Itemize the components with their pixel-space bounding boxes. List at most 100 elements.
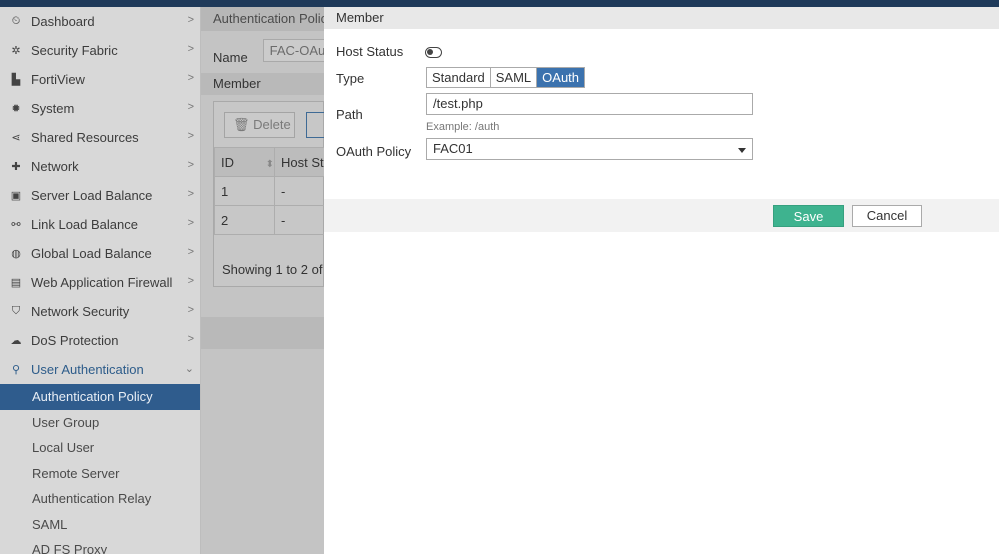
type-row: Type — [336, 71, 364, 86]
sidebar-item-security-fabric[interactable]: ✲ Security Fabric > — [0, 36, 200, 65]
type-option-oauth[interactable]: OAuth — [537, 68, 585, 87]
link-icon: ⚯ — [11, 219, 21, 231]
sidebar-item-label: User Authentication — [31, 362, 144, 377]
sidebar-subitem-local-user[interactable]: Local User — [0, 435, 200, 461]
table-cell: - — [274, 176, 324, 206]
trash-icon: 🗑 — [233, 117, 250, 132]
dialog-title: Member — [324, 7, 999, 29]
fortiview-icon: ▙ — [11, 74, 21, 86]
chevron-right-icon: > — [187, 246, 194, 258]
type-option-standard[interactable]: Standard — [427, 68, 491, 87]
footer-band — [201, 317, 324, 349]
oauth-policy-value: FAC01 — [433, 141, 473, 156]
chevron-right-icon: > — [187, 14, 194, 26]
network-icon: ✚ — [11, 161, 21, 173]
sidebar-item-system[interactable]: ✹ System > — [0, 94, 200, 123]
user-icon: ⚲ — [11, 364, 21, 376]
member-panel: 🗑 Delete ID ⬍ Host Status 1 - 2 - — [213, 101, 324, 287]
member-table: ID ⬍ Host Status 1 - 2 - — [213, 147, 324, 235]
name-row: Name FAC-OAuth — [213, 39, 324, 65]
name-label: Name — [213, 50, 248, 65]
chevron-right-icon: > — [187, 333, 194, 345]
path-label: Path — [336, 107, 363, 122]
waf-icon: ▤ — [10, 277, 22, 289]
toggle-knob — [427, 49, 433, 55]
chevron-right-icon: > — [187, 159, 194, 171]
sidebar-item-label: Network Security — [31, 304, 130, 319]
table-cell: 2 — [213, 205, 276, 235]
gear-icon: ✹ — [11, 103, 21, 115]
column-header-id[interactable]: ID ⬍ — [213, 147, 276, 177]
breadcrumb: Authentication Policy — [201, 7, 324, 31]
chevron-right-icon: > — [187, 101, 194, 113]
table-row[interactable]: 2 - — [213, 205, 324, 235]
sidebar-subitem-ad-fs-proxy[interactable]: AD FS Proxy — [0, 537, 200, 554]
sidebar-subitem-user-group[interactable]: User Group — [0, 410, 200, 436]
chevron-down-icon: ⌄ — [184, 363, 194, 375]
sidebar-item-label: Global Load Balance — [31, 246, 152, 261]
sidebar-item-label: Server Load Balance — [31, 188, 153, 203]
sidebar-subitem-authentication-relay[interactable]: Authentication Relay — [0, 486, 200, 512]
host-status-toggle[interactable] — [425, 47, 442, 58]
sidebar-item-dos-protection[interactable]: ☁ DoS Protection > — [0, 326, 200, 355]
dashboard-icon: ⏲ — [11, 15, 21, 27]
chevron-right-icon: > — [187, 130, 194, 142]
sidebar-item-server-load-balance[interactable]: ▣ Server Load Balance > — [0, 181, 200, 210]
sidebar-item-fortiview[interactable]: ▙ FortiView > — [0, 65, 200, 94]
sidebar-item-global-load-balance[interactable]: ◍ Global Load Balance > — [0, 239, 200, 268]
member-dialog: Member Host Status Type Standard SAML OA… — [324, 7, 999, 554]
sort-icon: ⬍ — [265, 158, 275, 170]
cloud-icon: ☁ — [10, 335, 22, 347]
oauth-policy-row: OAuth Policy — [336, 144, 411, 159]
sidebar: ⏲ Dashboard > ✲ Security Fabric > ▙ FortiView > ✹… — [0, 7, 201, 554]
sidebar-item-label: Network — [31, 159, 79, 174]
chevron-right-icon: > — [187, 217, 194, 229]
path-row: Path — [336, 107, 363, 122]
sidebar-item-user-authentication[interactable]: ⚲ User Authentication ⌄ — [0, 355, 200, 384]
oauth-policy-label: OAuth Policy — [336, 144, 412, 159]
sidebar-item-label: Link Load Balance — [31, 217, 138, 232]
server-load-balance-icon: ▣ — [10, 190, 22, 202]
path-hint: Example: /auth — [426, 121, 500, 133]
globe-icon: ◍ — [11, 248, 21, 260]
chevron-right-icon: > — [187, 43, 194, 55]
sidebar-item-dashboard[interactable]: ⏲ Dashboard > — [0, 7, 200, 36]
table-row[interactable]: 1 - — [213, 176, 324, 206]
sidebar-subitem-saml[interactable]: SAML — [0, 512, 200, 538]
cancel-button[interactable]: Cancel — [852, 205, 922, 227]
sidebar-item-label: Security Fabric — [31, 43, 118, 58]
name-field[interactable]: FAC-OAuth — [262, 39, 324, 62]
sidebar-item-label: FortiView — [31, 72, 85, 87]
sidebar-item-label: Web Application Firewall — [31, 275, 173, 290]
create-new-button[interactable] — [306, 112, 324, 138]
chevron-right-icon: > — [187, 304, 194, 316]
save-button[interactable]: Save — [773, 205, 844, 227]
type-segmented-control: Standard SAML OAuth — [426, 67, 586, 88]
sidebar-item-shared-resources[interactable]: ⋖ Shared Resources > — [0, 123, 200, 152]
column-header-host-status[interactable]: Host Status — [274, 147, 324, 177]
dropdown-caret-icon — [738, 148, 746, 153]
host-status-row: Host Status — [336, 44, 403, 59]
sidebar-subitem-remote-server[interactable]: Remote Server — [0, 461, 200, 487]
path-input[interactable]: /test.php — [426, 93, 753, 115]
dialog-button-bar: Save Cancel — [324, 199, 999, 232]
oauth-policy-select[interactable]: FAC01 — [426, 138, 753, 160]
table-cell: 1 — [213, 176, 276, 206]
security-fabric-icon: ✲ — [11, 45, 21, 57]
delete-button[interactable]: 🗑 Delete — [224, 112, 295, 138]
table-cell: - — [274, 205, 324, 235]
sidebar-item-label: System — [31, 101, 75, 116]
sidebar-item-link-load-balance[interactable]: ⚯ Link Load Balance > — [0, 210, 200, 239]
shield-icon: ⛉ — [11, 305, 21, 317]
sidebar-item-network-security[interactable]: ⛉ Network Security > — [0, 297, 200, 326]
chevron-right-icon: > — [187, 188, 194, 200]
sidebar-item-web-application-firewall[interactable]: ▤ Web Application Firewall > — [0, 268, 200, 297]
sidebar-item-label: Dashboard — [31, 14, 95, 29]
sidebar-item-network[interactable]: ✚ Network > — [0, 152, 200, 181]
type-label: Type — [336, 71, 365, 86]
host-status-label: Host Status — [336, 44, 404, 59]
type-option-saml[interactable]: SAML — [490, 68, 538, 87]
sidebar-item-label: DoS Protection — [31, 333, 119, 348]
member-section-header: Member — [201, 73, 324, 95]
sidebar-subitem-authentication-policy[interactable]: Authentication Policy — [0, 384, 200, 410]
